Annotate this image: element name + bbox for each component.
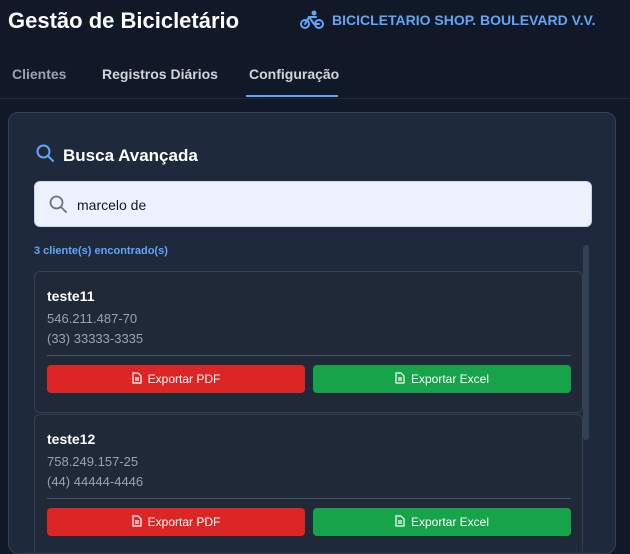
panel-title: Busca Avançada (35, 143, 198, 168)
client-name: teste11 (47, 288, 95, 304)
bicycle-icon (300, 10, 324, 30)
search-field[interactable] (34, 181, 592, 227)
document-icon (395, 514, 405, 530)
client-name: teste12 (47, 431, 96, 447)
export-pdf-button[interactable]: Exportar PDF (47, 365, 305, 393)
client-card: teste11 546.211.487-70 (33) 33333-3335 E… (34, 271, 583, 413)
shop-badge: BICICLETARIO SHOP. BOULEVARD V.V. (300, 10, 595, 30)
search-input[interactable] (75, 192, 579, 218)
app-header: Gestão de Bicicletário BICICLETARIO SHOP… (0, 0, 630, 44)
export-excel-button[interactable]: Exportar Excel (313, 508, 571, 536)
export-excel-label: Exportar Excel (410, 372, 490, 386)
export-excel-button[interactable]: Exportar Excel (313, 365, 571, 393)
export-pdf-label: Exportar PDF (147, 515, 221, 529)
client-document: 758.249.157-25 (47, 454, 139, 469)
search-icon (35, 143, 55, 168)
app-title: Gestão de Bicicletário (8, 8, 240, 33)
tab-bar: Clientes Registros Diários Configuração (0, 54, 630, 99)
client-card: teste12 758.249.157-25 (44) 44444-4446 E… (34, 414, 583, 553)
scrollbar-thumb[interactable] (583, 245, 589, 440)
active-tab-indicator (246, 95, 338, 97)
panel-title-text: Busca Avançada (63, 145, 198, 165)
export-pdf-label: Exportar PDF (147, 372, 221, 386)
client-phone: (33) 33333-3335 (47, 331, 144, 346)
tab-registros-diarios[interactable]: Registros Diários (102, 66, 218, 82)
tab-configuracao[interactable]: Configuração (249, 66, 339, 82)
client-phone: (44) 44444-4446 (47, 474, 144, 489)
card-divider (47, 355, 571, 356)
shop-name: BICICLETARIO SHOP. BOULEVARD V.V. (332, 12, 596, 28)
document-icon (395, 371, 405, 387)
card-divider (47, 498, 571, 499)
search-panel: Busca Avançada 3 cliente(s) encontrado(s… (8, 112, 616, 554)
client-document: 546.211.487-70 (47, 311, 138, 326)
tab-clientes[interactable]: Clientes (12, 66, 66, 82)
document-icon (132, 514, 142, 530)
export-excel-label: Exportar Excel (410, 515, 490, 529)
document-icon (132, 371, 142, 387)
search-input-icon (48, 194, 68, 219)
results-count: 3 cliente(s) encontrado(s) (34, 245, 168, 257)
export-pdf-button[interactable]: Exportar PDF (47, 508, 305, 536)
